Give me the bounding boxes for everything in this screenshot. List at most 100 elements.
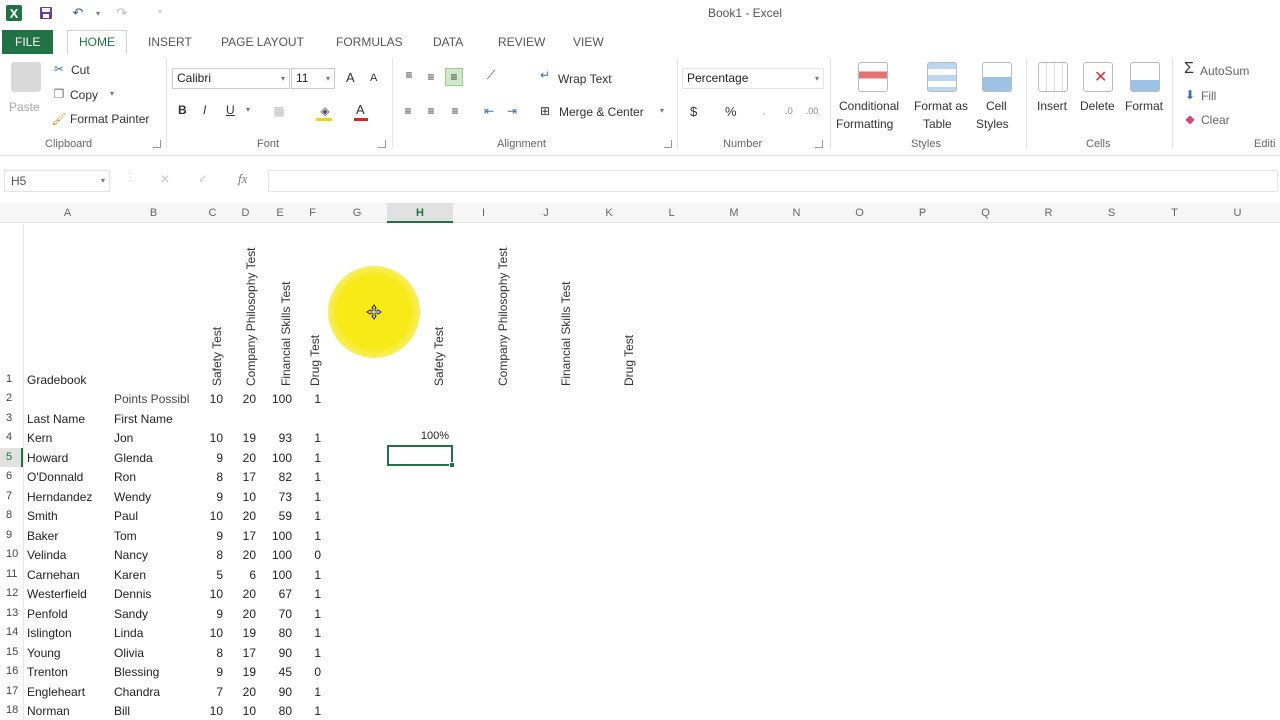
rotated-copy-header-2: Company Philosophy Test — [496, 247, 510, 386]
cell-f15: 1 — [314, 646, 321, 660]
cell-d7: 10 — [242, 490, 256, 504]
cell-c6: 8 — [216, 470, 223, 484]
move-cursor-icon — [366, 304, 382, 320]
cell-f4: 1 — [314, 431, 321, 445]
cell-d5: 20 — [242, 451, 256, 465]
cell-c2: 10 — [209, 392, 223, 406]
cell-a3: Last Name — [27, 412, 86, 426]
cell-d15: 17 — [242, 646, 256, 660]
cell-c8: 10 — [209, 509, 223, 523]
cell-b5: Glenda — [114, 451, 153, 465]
cell-c7: 9 — [216, 490, 223, 504]
cell-a1: Gradebook — [27, 373, 87, 387]
cell-f17: 1 — [314, 685, 321, 699]
cell-d6: 17 — [242, 470, 256, 484]
cell-b6: Ron — [114, 470, 137, 484]
cell-f6: 1 — [314, 470, 321, 484]
cell-c13: 9 — [216, 607, 223, 621]
cell-e2: 100 — [271, 392, 292, 406]
cell-c4: 10 — [209, 431, 223, 445]
cell-a7: Herndandez — [27, 490, 93, 504]
cell-d2: 20 — [242, 392, 256, 406]
cell-e15: 90 — [278, 646, 292, 660]
cell-d14: 19 — [242, 626, 256, 640]
cell-a13: Penfold — [27, 607, 68, 621]
cell-c11: 5 — [216, 568, 223, 582]
cell-b10: Nancy — [114, 548, 149, 562]
cell-a10: Velinda — [27, 548, 67, 562]
cell-b16: Blessing — [114, 665, 160, 679]
rotated-header-4: Drug Test — [308, 334, 322, 386]
cell-e10: 100 — [271, 548, 292, 562]
cell-b18: Bill — [114, 704, 131, 718]
cell-e16: 45 — [278, 665, 292, 679]
cell-c12: 10 — [209, 587, 223, 601]
cell-a9: Baker — [27, 529, 59, 543]
cell-a14: Islington — [27, 626, 72, 640]
cell-a4: Kern — [27, 431, 53, 445]
cell-b13: Sandy — [114, 607, 149, 621]
cell-a16: Trenton — [27, 665, 68, 679]
cell-a18: Norman — [27, 704, 70, 718]
cell-b12: Dennis — [114, 587, 152, 601]
cell-c16: 9 — [216, 665, 223, 679]
cell-f5: 1 — [314, 451, 321, 465]
cell-f12: 1 — [314, 587, 321, 601]
cell-d16: 19 — [242, 665, 256, 679]
cell-b9: Tom — [114, 529, 137, 543]
cell-h4: 100% — [420, 430, 449, 442]
cell-c5: 9 — [216, 451, 223, 465]
cell-e12: 67 — [278, 587, 292, 601]
cell-b2: Points Possibl — [114, 392, 190, 406]
cell-b11: Karen — [114, 568, 147, 582]
cell-e13: 70 — [278, 607, 292, 621]
rotated-header-3: Financial Skills Test — [279, 281, 293, 386]
worksheet-grid[interactable]: Gradebook Points Possibl 10 20 100 1 Last Name… — [0, 0, 1280, 720]
cell-e4: 93 — [278, 431, 292, 445]
cell-e14: 80 — [278, 626, 292, 640]
cell-f14: 1 — [314, 626, 321, 640]
cell-d18: 10 — [242, 704, 256, 718]
cell-e11: 100 — [271, 568, 292, 582]
cell-f16: 0 — [314, 665, 321, 679]
rotated-header-2: Company Philosophy Test — [244, 247, 258, 386]
excel-window: X ↶ ▾ ↷ ⁼ Book1 - Excel FILE HOME INSERT… — [0, 0, 1280, 720]
cell-f8: 1 — [314, 509, 321, 523]
cell-d13: 20 — [242, 607, 256, 621]
cell-e17: 90 — [278, 685, 292, 699]
cell-a15: Young — [27, 646, 61, 660]
cell-d10: 20 — [242, 548, 256, 562]
rotated-header-1: Safety Test — [210, 326, 224, 386]
cell-b3: First Name — [114, 412, 173, 426]
cell-d8: 20 — [242, 509, 256, 523]
cell-b8: Paul — [114, 509, 139, 523]
cell-f2: 1 — [314, 392, 321, 406]
cell-b17: Chandra — [114, 685, 161, 699]
cell-d11: 6 — [249, 568, 256, 582]
cell-d12: 20 — [242, 587, 256, 601]
cell-e5: 100 — [271, 451, 292, 465]
cell-f7: 1 — [314, 490, 321, 504]
cell-c17: 7 — [216, 685, 223, 699]
cell-f18: 1 — [314, 704, 321, 718]
cell-a11: Carnehan — [27, 568, 80, 582]
cell-c10: 8 — [216, 548, 223, 562]
cell-e9: 100 — [271, 529, 292, 543]
active-cell-h5[interactable] — [387, 445, 455, 468]
rotated-copy-header-3: Financial Skills Test — [559, 281, 573, 386]
cell-c15: 8 — [216, 646, 223, 660]
fill-handle[interactable] — [449, 462, 455, 468]
cell-a17: Engleheart — [27, 685, 86, 699]
cell-a6: O'Donnald — [27, 470, 84, 484]
cell-b4: Jon — [114, 431, 134, 445]
cell-e6: 82 — [278, 470, 292, 484]
cell-d4: 19 — [242, 431, 256, 445]
cell-b14: Linda — [114, 626, 144, 640]
cell-d17: 20 — [242, 685, 256, 699]
cell-f9: 1 — [314, 529, 321, 543]
cell-c9: 9 — [216, 529, 223, 543]
cell-f10: 0 — [314, 548, 321, 562]
cell-e8: 59 — [278, 509, 292, 523]
cell-a12: Westerfield — [27, 587, 87, 601]
cell-e7: 73 — [278, 490, 292, 504]
